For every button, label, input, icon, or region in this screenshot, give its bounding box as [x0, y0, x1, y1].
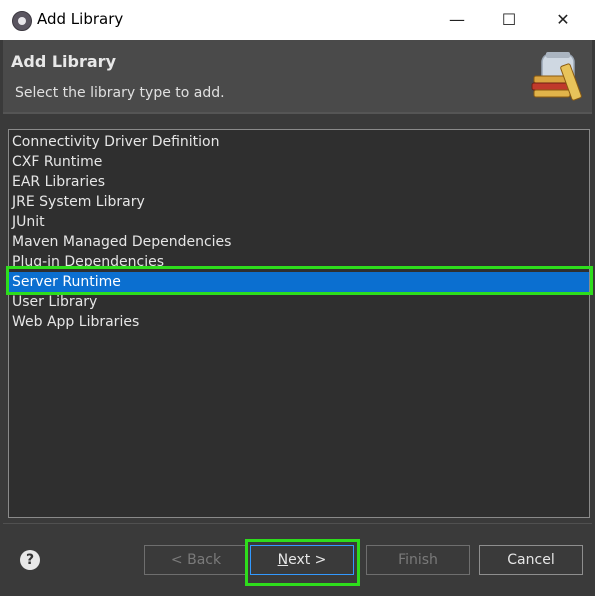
list-item[interactable]: JRE System Library: [9, 192, 589, 212]
list-item[interactable]: Maven Managed Dependencies: [9, 232, 589, 252]
list-item[interactable]: Plug-in Dependencies: [9, 252, 589, 272]
window-title: Add Library: [37, 10, 124, 28]
help-icon[interactable]: ?: [20, 550, 40, 570]
wizard-description: Select the library type to add.: [15, 85, 225, 101]
button-bar-separator: [3, 523, 592, 524]
library-type-list[interactable]: Connectivity Driver Definition CXF Runtim…: [8, 129, 590, 518]
next-label-rest: ext >: [288, 552, 327, 568]
list-item[interactable]: Connectivity Driver Definition: [9, 132, 589, 152]
title-bar: Add Library — ☐ ✕: [0, 0, 595, 40]
list-item[interactable]: Server Runtime: [9, 272, 589, 292]
back-button[interactable]: < Back: [144, 545, 248, 575]
list-item[interactable]: EAR Libraries: [9, 172, 589, 192]
header-separator: [3, 112, 592, 114]
cancel-button[interactable]: Cancel: [479, 545, 583, 575]
close-button[interactable]: ✕: [540, 0, 586, 40]
list-item[interactable]: JUnit: [9, 212, 589, 232]
wizard-header: Add Library Select the library type to a…: [3, 40, 592, 112]
library-jar-icon: [528, 52, 584, 104]
next-mnemonic: N: [277, 552, 289, 568]
eclipse-icon: [12, 11, 32, 31]
maximize-button[interactable]: ☐: [486, 0, 532, 40]
wizard-title: Add Library: [11, 52, 116, 71]
next-button[interactable]: Next >: [250, 545, 354, 575]
finish-button[interactable]: Finish: [366, 545, 470, 575]
list-item[interactable]: User Library: [9, 292, 589, 312]
list-item[interactable]: CXF Runtime: [9, 152, 589, 172]
minimize-button[interactable]: —: [434, 0, 480, 40]
list-item[interactable]: Web App Libraries: [9, 312, 589, 332]
